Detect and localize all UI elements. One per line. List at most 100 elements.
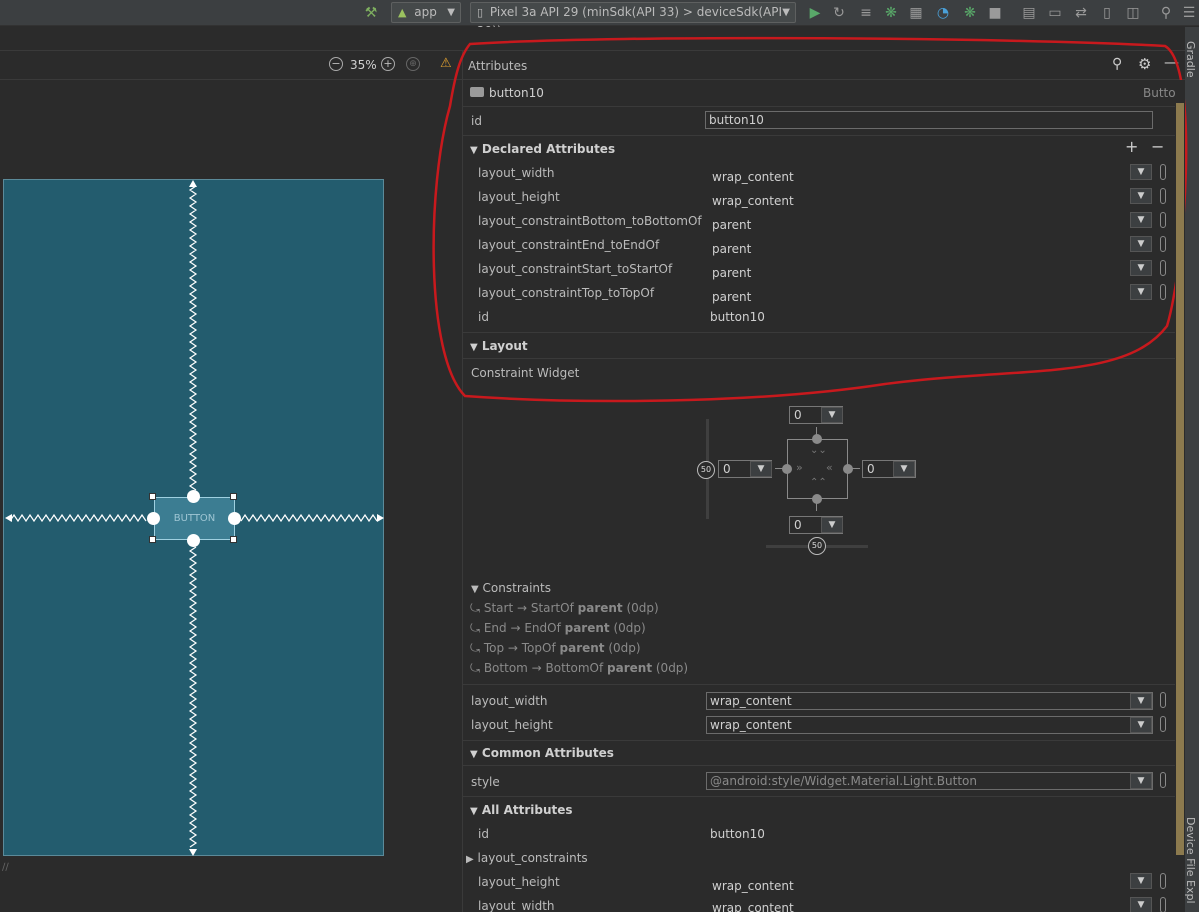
margin-top-value: 0 xyxy=(794,408,802,422)
common-attributes-header[interactable]: ▼ Common Attributes xyxy=(470,746,614,760)
margin-bottom-value: 0 xyxy=(794,518,802,532)
layout-height-field[interactable]: wrap_content xyxy=(706,716,1153,734)
attr-value[interactable]: wrap_content xyxy=(712,901,794,912)
resource-picker-icon[interactable] xyxy=(1160,692,1166,708)
device-manager-icon[interactable]: ▤ xyxy=(1020,4,1038,22)
constraint-link-icon: ⤿ xyxy=(470,621,480,635)
vertical-bias-knob[interactable]: 50 xyxy=(697,461,715,479)
constraint-target: parent xyxy=(564,621,610,635)
zoom-out-icon[interactable]: − xyxy=(329,57,343,71)
right-anchor-dot[interactable] xyxy=(843,464,853,474)
device-file-explorer-tab[interactable]: Device File Expl xyxy=(1184,817,1197,904)
resize-handle-bl[interactable] xyxy=(149,536,156,543)
constraints-header[interactable]: ▼ Constraints xyxy=(471,581,551,595)
chevron-down-icon[interactable]: ▼ xyxy=(893,461,915,477)
horizontal-bias-knob[interactable]: 50 xyxy=(808,537,826,555)
attach-debugger-icon[interactable]: ▦ xyxy=(907,4,925,22)
profiler-icon[interactable]: ◔ xyxy=(934,4,952,22)
all-attributes-header[interactable]: ▼ All Attributes xyxy=(470,803,573,817)
chevron-down-icon: ▼ xyxy=(782,7,790,18)
attr-name: layout_height xyxy=(478,875,560,889)
constraint-item[interactable]: ⤿ Start → StartOf parent (0dp) xyxy=(470,601,659,616)
all-title: All Attributes xyxy=(481,803,573,817)
top-arrow xyxy=(189,180,197,187)
main-toolbar: ⚒ ▲ app ▼ ▯ Pixel 3a API 29 (minSdk(API … xyxy=(0,0,1199,38)
resource-picker-icon[interactable] xyxy=(1160,716,1166,732)
anchor-top[interactable] xyxy=(187,490,200,503)
chevron-down-icon[interactable]: ▼ xyxy=(1130,717,1152,733)
chevron-down-icon[interactable]: ▼ xyxy=(1130,773,1152,789)
resource-picker-icon[interactable] xyxy=(1160,772,1166,788)
constraint-prefix: Start → StartOf xyxy=(483,601,578,615)
constraint-item[interactable]: ⤿ Top → TopOf parent (0dp) xyxy=(470,641,641,656)
style-value: @android:style/Widget.Material.Light.But… xyxy=(710,774,977,788)
style-field[interactable]: @android:style/Widget.Material.Light.But… xyxy=(706,772,1153,790)
terminal-icon[interactable]: ▭ xyxy=(1046,4,1064,22)
chevron-down-icon[interactable]: ▼ xyxy=(750,461,772,477)
search-icon[interactable]: ⚲ xyxy=(1157,4,1175,22)
bottom-anchor-dot[interactable] xyxy=(812,494,822,504)
module-selector[interactable]: ▲ app ▼ xyxy=(391,2,461,23)
left-constraint-spring xyxy=(9,513,147,523)
zoom-bar: − 35% + ⊕ ⚠ xyxy=(0,51,462,80)
debug-icon[interactable]: ❋ xyxy=(882,4,900,22)
right-constraint-spring xyxy=(240,513,378,523)
constraint-prefix: Bottom → BottomOf xyxy=(483,661,608,675)
zoom-fit-icon[interactable]: ⊕ xyxy=(406,57,420,71)
all-id-label: id xyxy=(478,827,489,841)
chevron-down-icon[interactable]: ▼ xyxy=(821,517,843,533)
constraint-prefix: End → EndOf xyxy=(483,621,565,635)
constraint-item[interactable]: ⤿ Bottom → BottomOf parent (0dp) xyxy=(470,661,688,676)
resize-handle-br[interactable] xyxy=(230,536,237,543)
chevron-down-icon[interactable]: ▼ xyxy=(1130,693,1152,709)
left-arrow xyxy=(5,514,12,522)
collapsed-triangle-icon: ▶ xyxy=(466,854,474,865)
all-id-value[interactable]: button10 xyxy=(710,827,765,841)
anchor-left[interactable] xyxy=(147,512,160,525)
left-anchor-dot[interactable] xyxy=(782,464,792,474)
apply-changes-icon[interactable]: ≡ xyxy=(857,4,875,22)
constraint-target: parent xyxy=(577,601,623,615)
layout-constraints-row[interactable]: ▶ layout_constraints xyxy=(466,851,588,865)
chevron-down-icon[interactable]: ▼ xyxy=(821,407,843,423)
style-label: style xyxy=(471,775,500,789)
sdk-manager-icon[interactable]: ◫ xyxy=(1124,4,1142,22)
anchor-bottom[interactable] xyxy=(187,534,200,547)
resource-picker-icon[interactable] xyxy=(1160,897,1166,912)
layout-canvas[interactable]: BUTTON xyxy=(3,179,384,856)
constraints-title: Constraints xyxy=(482,581,551,595)
resource-picker-icon[interactable] xyxy=(1160,873,1166,889)
rerun-icon[interactable]: ↻ xyxy=(830,4,848,22)
module-label: app xyxy=(414,5,437,19)
more-icon[interactable]: ☰ xyxy=(1180,4,1198,22)
chevron-down-icon[interactable]: ▼ xyxy=(1130,897,1152,912)
margin-right-value: 0 xyxy=(867,462,875,476)
sync-gradle-icon[interactable]: ⇄ xyxy=(1072,4,1090,22)
constraint-suffix: (0dp) xyxy=(652,661,689,675)
divider xyxy=(462,796,1175,797)
zoom-in-icon[interactable]: + xyxy=(381,57,395,71)
layout-width-value: wrap_content xyxy=(710,694,792,708)
device-selector[interactable]: ▯ Pixel 3a API 29 (minSdk(API 33) > devi… xyxy=(470,2,796,38)
expand-triangle-icon: ▼ xyxy=(471,584,479,595)
stop-icon[interactable]: ■ xyxy=(986,4,1004,22)
layout-width-field[interactable]: wrap_content xyxy=(706,692,1153,710)
scrollbar-thumb[interactable] xyxy=(1176,103,1184,855)
attr-value[interactable]: wrap_content xyxy=(712,879,794,893)
divider xyxy=(462,684,1175,685)
build-hammer-icon[interactable]: ⚒ xyxy=(362,4,380,22)
resize-handle-tl[interactable] xyxy=(149,493,156,500)
chevron-down-icon[interactable]: ▼ xyxy=(1130,873,1152,889)
constraint-item[interactable]: ⤿ End → EndOf parent (0dp) xyxy=(470,621,646,636)
resize-handle-tr[interactable] xyxy=(230,493,237,500)
anchor-right[interactable] xyxy=(228,512,241,525)
attach-process-icon[interactable]: ❋ xyxy=(961,4,979,22)
resize-corner-icon[interactable]: ∕∕ xyxy=(2,862,14,874)
bottom-constraint-spring xyxy=(188,546,198,848)
avd-manager-icon[interactable]: ▯ xyxy=(1098,4,1116,22)
run-icon[interactable]: ▶ xyxy=(806,4,824,22)
top-anchor-dot[interactable] xyxy=(812,434,822,444)
constraint-link-icon: ⤿ xyxy=(470,601,480,615)
divider xyxy=(462,740,1175,741)
chevrons-left-icon: « xyxy=(826,461,833,474)
